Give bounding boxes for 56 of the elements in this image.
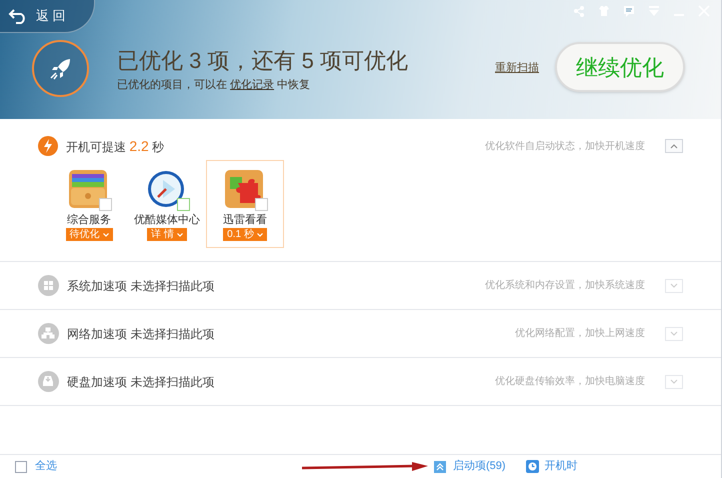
message-button[interactable]: [622, 4, 636, 18]
startup-speedup-label: 开机可提速 2.2 秒: [66, 136, 164, 156]
item-checkbox[interactable]: [99, 198, 112, 211]
app-item[interactable]: 优酷媒体中心 详 情: [128, 160, 206, 248]
history-link[interactable]: 优化记录: [230, 79, 274, 91]
chevron-up-icon: [670, 144, 678, 148]
boot-time-link[interactable]: 开机时: [526, 458, 578, 475]
section-title: 系统加速项 未选择扫描此项: [67, 278, 214, 294]
item-checkbox[interactable]: [177, 198, 190, 211]
rescan-link[interactable]: 重新扫描: [495, 60, 539, 76]
drawer-icon: [68, 169, 108, 209]
chevron-down-icon: [670, 331, 678, 336]
app-name: 优酷媒体中心: [134, 213, 200, 227]
chevron-down-icon: [670, 283, 678, 288]
status-title: 已优化 3 项，还有 5 项可优化: [117, 47, 408, 75]
continue-optimize-button[interactable]: 继续优化: [555, 42, 685, 92]
caret-icon: [102, 232, 108, 236]
app-item[interactable]: 迅雷看看 0.1 秒: [206, 160, 284, 248]
share-button[interactable]: [572, 4, 586, 18]
section-hint: 优化软件自启动状态，加快开机速度: [485, 140, 645, 154]
puzzle-icon: [224, 169, 264, 209]
message-icon: [623, 5, 635, 17]
play-dial-icon: [146, 169, 186, 209]
chevron-down-icon: [670, 379, 678, 384]
network-icon: [38, 323, 59, 344]
select-all-checkbox[interactable]: 全选: [15, 458, 57, 475]
caret-icon: [176, 232, 183, 236]
app-name: 综合服务: [67, 213, 111, 227]
action-dropdown[interactable]: 0.1 秒: [223, 228, 267, 241]
startup-items-link[interactable]: 启动项(59): [434, 458, 506, 475]
back-button[interactable]: 返 回: [0, 0, 95, 33]
chevrons-up-icon: [434, 460, 446, 472]
windows-icon: [38, 275, 59, 296]
section-title: 硬盘加速项 未选择扫描此项: [67, 374, 214, 390]
app-item[interactable]: 综合服务 待优化: [50, 160, 128, 248]
disk-icon: [38, 371, 59, 392]
status-subtitle: 已优化的项目，可以在 优化记录 中恢复: [117, 78, 310, 93]
shirt-button[interactable]: [597, 4, 611, 18]
caret-icon: [256, 232, 263, 236]
expand-button[interactable]: [665, 326, 683, 340]
section-hint: 优化系统和内存设置，加快系统速度: [485, 278, 645, 293]
lightning-icon: [38, 136, 58, 156]
collapse-button[interactable]: [665, 139, 683, 153]
shirt-icon: [598, 5, 610, 17]
action-dropdown[interactable]: 待优化: [66, 228, 112, 241]
section-hint: 优化网络配置，加快上网速度: [515, 326, 645, 341]
clock-icon: [526, 460, 539, 473]
share-icon: [573, 5, 585, 17]
action-dropdown[interactable]: 详 情: [147, 228, 187, 241]
item-checkbox[interactable]: [255, 198, 268, 211]
expand-button[interactable]: [665, 374, 683, 388]
expand-button[interactable]: [665, 278, 683, 292]
app-name: 迅雷看看: [223, 213, 267, 227]
back-arrow-icon: [8, 8, 28, 24]
section-title: 网络加速项 未选择扫描此项: [67, 326, 214, 342]
section-hint: 优化硬盘传输效率，加快电脑速度: [495, 374, 645, 389]
